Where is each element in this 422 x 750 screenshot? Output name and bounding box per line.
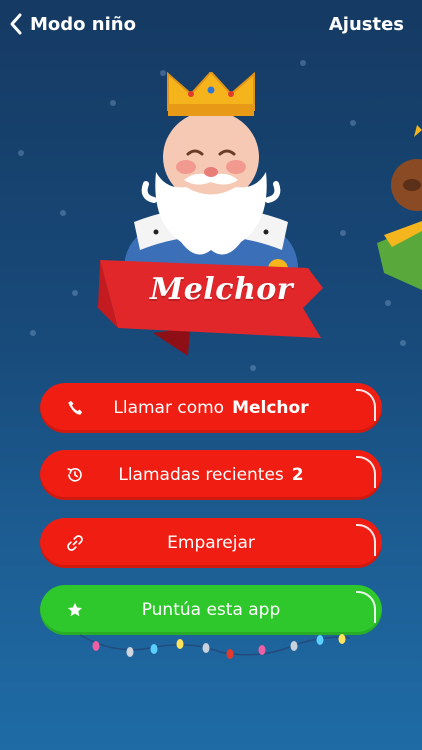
button-gloss [356, 389, 376, 421]
recent-calls-button[interactable]: Llamadas recientes 2 [40, 450, 382, 500]
christmas-lights-decoration [80, 634, 350, 659]
navigation-bar: Modo niño Ajustes [0, 0, 422, 52]
call-as-button[interactable]: Llamar como Melchor [40, 383, 382, 433]
phone-icon [68, 400, 83, 415]
recent-calls-count: 2 [291, 465, 304, 485]
settings-button[interactable]: Ajustes [329, 14, 404, 35]
rate-app-label: Puntúa esta app [141, 600, 281, 620]
character-name: Melchor [150, 272, 294, 307]
call-as-label: Llamar como [113, 398, 225, 418]
button-gloss [356, 524, 376, 556]
link-icon [67, 535, 83, 551]
rate-app-button[interactable]: Puntúa esta app [40, 585, 382, 635]
history-icon [67, 467, 82, 482]
chevron-left-icon [10, 13, 22, 35]
side-character-illustration [377, 125, 422, 290]
button-gloss [356, 456, 376, 488]
back-button[interactable]: Modo niño [8, 12, 136, 36]
recent-calls-label: Llamadas recientes [118, 465, 284, 485]
star-icon [67, 602, 83, 617]
call-as-name: Melchor [232, 398, 309, 418]
pair-label: Emparejar [167, 533, 255, 553]
button-gloss [356, 591, 376, 623]
back-label: Modo niño [30, 13, 136, 35]
pair-button[interactable]: Emparejar [40, 518, 382, 568]
